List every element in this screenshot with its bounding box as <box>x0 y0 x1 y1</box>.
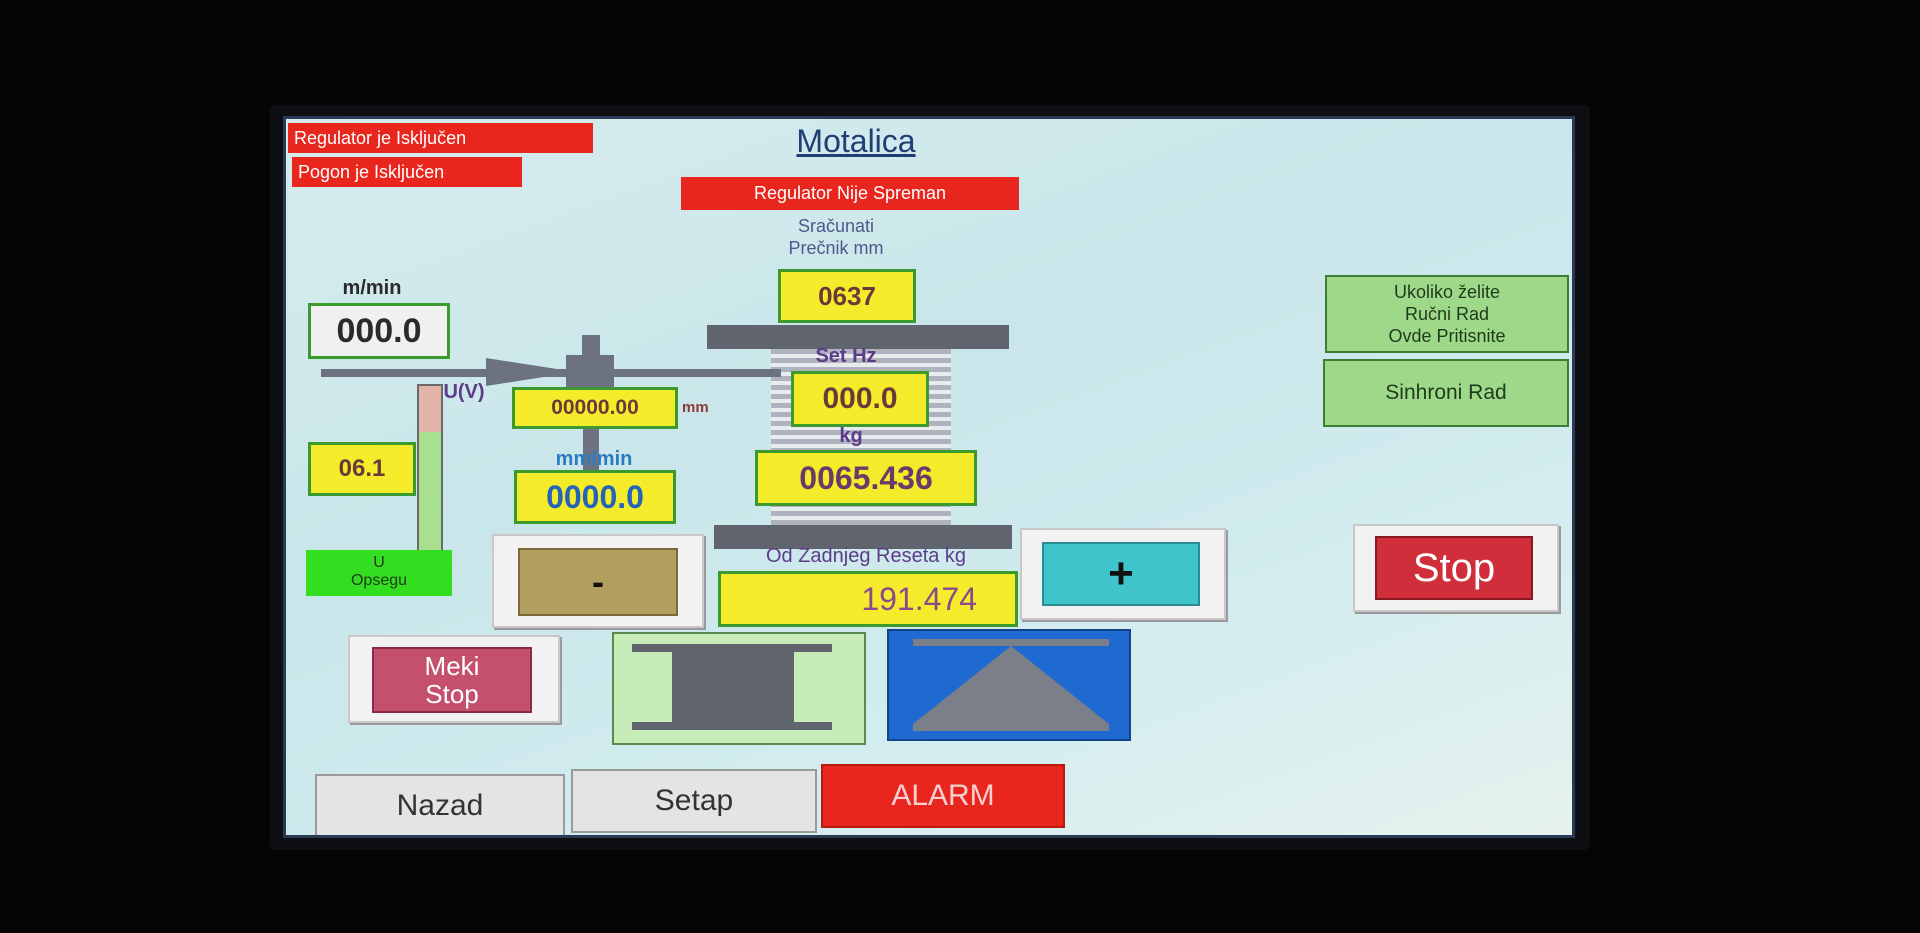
voltage-in-range-indicator: U Opsegu <box>306 550 452 596</box>
sync-mode-button[interactable]: Sinhroni Rad <box>1323 359 1569 427</box>
feed-speed-value: 0000.0 <box>514 470 676 524</box>
diameter-caption: Sračunati Prečnik mm <box>736 215 936 259</box>
empty-spool-top <box>632 644 832 652</box>
line-speed-value: 000.0 <box>308 303 450 359</box>
feed-speed-unit: mm/min <box>555 448 633 470</box>
soft-stop-line1: Meki <box>424 651 480 681</box>
hmi-screen: Regulator je Isključen Pogon je Isključe… <box>283 116 1575 838</box>
weight-unit: kg <box>839 425 863 447</box>
drive-off-status: Pogon je Isključen <box>292 157 522 187</box>
position-value: 00000.00 <box>512 387 678 429</box>
weight-value: 0065.436 <box>755 450 977 506</box>
diameter-value: 0637 <box>778 269 916 323</box>
manual-mode-button[interactable]: Ukoliko želite Ručni Rad Ovde Pritisnite <box>1325 275 1569 353</box>
diameter-caption-line2: Prečnik mm <box>788 238 884 258</box>
stop-button-face[interactable]: Stop <box>1375 536 1533 600</box>
full-spool-bottom <box>913 724 1109 731</box>
page-title: Motalica <box>796 123 916 159</box>
soft-stop-button[interactable]: Meki Stop <box>348 635 560 723</box>
range-label-line1: U <box>373 554 385 571</box>
position-unit: mm <box>682 399 709 416</box>
tab-alarm[interactable]: ALARM <box>821 764 1065 828</box>
reset-weight-caption: Od Zadnjeg Reseta kg <box>765 545 967 567</box>
decrease-button[interactable]: - <box>492 534 704 628</box>
voltage-gauge-fill <box>419 431 441 550</box>
empty-spool-bottom <box>632 722 832 730</box>
reset-weight-value: 191.474 <box>718 571 1018 627</box>
soft-stop-button-face[interactable]: Meki Stop <box>372 647 532 713</box>
set-hz-label: Set Hz <box>815 345 877 367</box>
voltage-value: 06.1 <box>308 442 416 496</box>
stop-button[interactable]: Stop <box>1353 524 1559 612</box>
diameter-caption-line1: Sračunati <box>797 216 875 236</box>
soft-stop-line2: Stop <box>425 679 479 709</box>
range-label-line2: Opsegu <box>350 572 408 589</box>
voltage-gauge <box>417 384 443 552</box>
manual-mode-line3: Ovde Pritisnite <box>1388 326 1506 346</box>
full-spool-mode-button[interactable] <box>887 629 1131 741</box>
set-hz-value: 000.0 <box>791 371 929 427</box>
regulator-off-status: Regulator je Isključen <box>288 123 593 153</box>
line-speed-unit: m/min <box>342 277 402 299</box>
increase-button[interactable]: + <box>1020 528 1226 620</box>
full-spool-winding-icon <box>913 646 1109 724</box>
regulator-not-ready-status: Regulator Nije Spreman <box>681 177 1019 210</box>
tab-back[interactable]: Nazad <box>315 774 565 835</box>
manual-mode-line1: Ukoliko želite <box>1393 282 1501 302</box>
voltage-label: U(V) <box>443 381 485 403</box>
full-spool-top <box>913 639 1109 646</box>
feed-arrow-icon <box>486 358 576 386</box>
manual-mode-line2: Ručni Rad <box>1404 304 1490 324</box>
empty-spool-mode-button[interactable] <box>612 632 866 745</box>
empty-spool-core <box>672 652 794 722</box>
decrease-button-face[interactable]: - <box>518 548 678 616</box>
tab-setup[interactable]: Setap <box>571 769 817 833</box>
increase-button-face[interactable]: + <box>1042 542 1200 606</box>
